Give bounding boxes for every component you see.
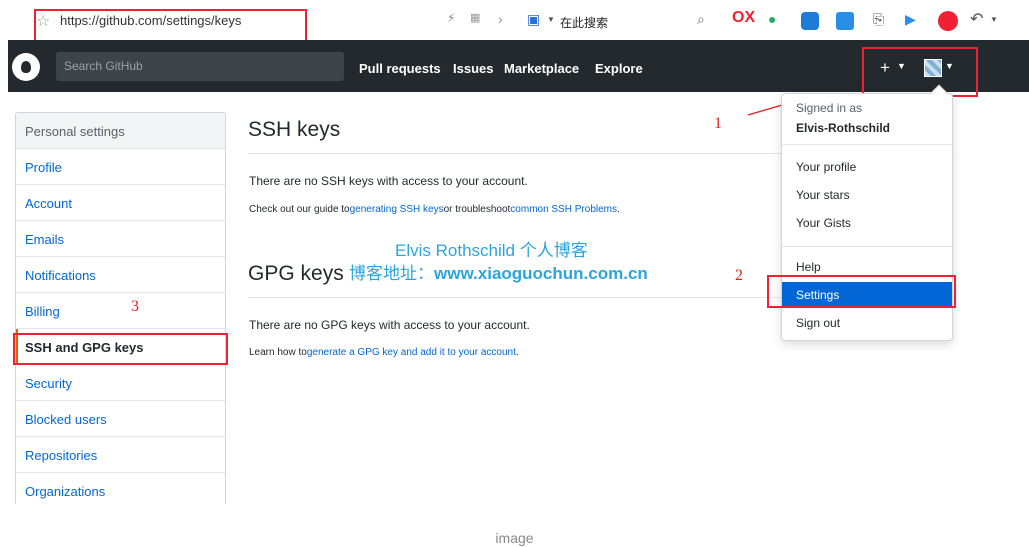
- ssh-annotation-box: [13, 333, 228, 365]
- generating-ssh-keys-link[interactable]: generating SSH keys: [350, 204, 444, 215]
- common-ssh-problems-link[interactable]: common SSH Problems: [510, 204, 617, 215]
- ox-extension-icon[interactable]: OX: [732, 9, 755, 27]
- nav-marketplace[interactable]: Marketplace: [504, 61, 579, 76]
- abp-icon[interactable]: [938, 11, 958, 31]
- avatar-annotation-box: [862, 47, 978, 97]
- ssh-keys-title: SSH keys: [248, 118, 341, 141]
- nav-issues[interactable]: Issues: [453, 61, 493, 76]
- search-icon[interactable]: ⌕: [697, 11, 705, 28]
- settings-annotation-box: [767, 275, 956, 308]
- gpg-keys-title: GPG keys: [248, 262, 344, 285]
- watermark-title: Elvis Rothschild 个人博客: [395, 241, 588, 260]
- ssh-empty-message: There are no SSH keys with access to you…: [249, 174, 528, 188]
- signed-in-username: Elvis-Rothschild: [796, 121, 891, 135]
- divider: [782, 246, 952, 247]
- sidebar-item-emails[interactable]: Emails: [16, 221, 225, 257]
- github-logo-icon[interactable]: [12, 53, 40, 81]
- ssh-help-text: Check out our guide togenerating SSH key…: [249, 204, 620, 215]
- annotation-number-1: 1: [714, 115, 722, 132]
- watermark-url: 博客地址：www.xiaoguochun.com.cn: [349, 264, 648, 283]
- wechat-icon[interactable]: ●: [768, 11, 776, 27]
- image-caption: image: [495, 530, 534, 546]
- sidebar-item-repositories[interactable]: Repositories: [16, 437, 225, 473]
- share-icon[interactable]: ⎘: [873, 11, 884, 28]
- sidebar-item-blocked-users[interactable]: Blocked users: [16, 401, 225, 437]
- menu-item-your-gists[interactable]: Your Gists: [782, 210, 952, 236]
- signed-in-label: Signed in as: [796, 101, 863, 115]
- nav-explore[interactable]: Explore: [595, 61, 643, 76]
- chevron-down-icon[interactable]: ▼: [547, 15, 555, 24]
- sidebar-item-account[interactable]: Account: [16, 185, 225, 221]
- menu-item-your-profile[interactable]: Your profile: [782, 154, 952, 180]
- undo-icon[interactable]: ↶: [970, 9, 983, 29]
- sidebar-item-billing[interactable]: Billing: [16, 293, 225, 329]
- menu-item-sign-out[interactable]: Sign out: [782, 310, 952, 336]
- annotation-number-3: 3: [131, 298, 139, 315]
- sidebar-item-notifications[interactable]: Notifications: [16, 257, 225, 293]
- translate-icon[interactable]: [836, 12, 854, 30]
- settings-sidebar: Personal settings Profile Account Emails…: [15, 112, 226, 504]
- sidebar-item-profile[interactable]: Profile: [16, 149, 225, 185]
- search-placeholder: Search GitHub: [64, 59, 143, 73]
- qr-code-icon[interactable]: ▦: [470, 11, 480, 24]
- note-icon[interactable]: [801, 12, 819, 30]
- chevron-down-icon[interactable]: ▼: [990, 15, 998, 24]
- gpg-help-text: Learn how togenerate a GPG key and add i…: [249, 347, 519, 358]
- play-icon[interactable]: ▶: [905, 11, 916, 28]
- menu-item-your-stars[interactable]: Your stars: [782, 182, 952, 208]
- divider: [782, 144, 952, 145]
- search-input[interactable]: Search GitHub: [56, 52, 344, 81]
- sidebar-item-security[interactable]: Security: [16, 365, 225, 401]
- sidebar-heading: Personal settings: [16, 113, 225, 149]
- nav-pull-requests[interactable]: Pull requests: [359, 61, 441, 76]
- gpg-empty-message: There are no GPG keys with access to you…: [249, 318, 530, 332]
- chevron-right-icon[interactable]: ›: [498, 11, 503, 27]
- generate-gpg-key-link[interactable]: generate a GPG key and add it to your ac…: [307, 347, 516, 358]
- baidu-paw-icon[interactable]: ▣: [527, 11, 540, 28]
- search-engine-label[interactable]: 在此搜索: [560, 14, 608, 31]
- lightning-icon[interactable]: ⚡: [447, 11, 455, 25]
- annotation-number-2: 2: [735, 267, 743, 284]
- sidebar-item-organizations[interactable]: Organizations: [16, 473, 225, 504]
